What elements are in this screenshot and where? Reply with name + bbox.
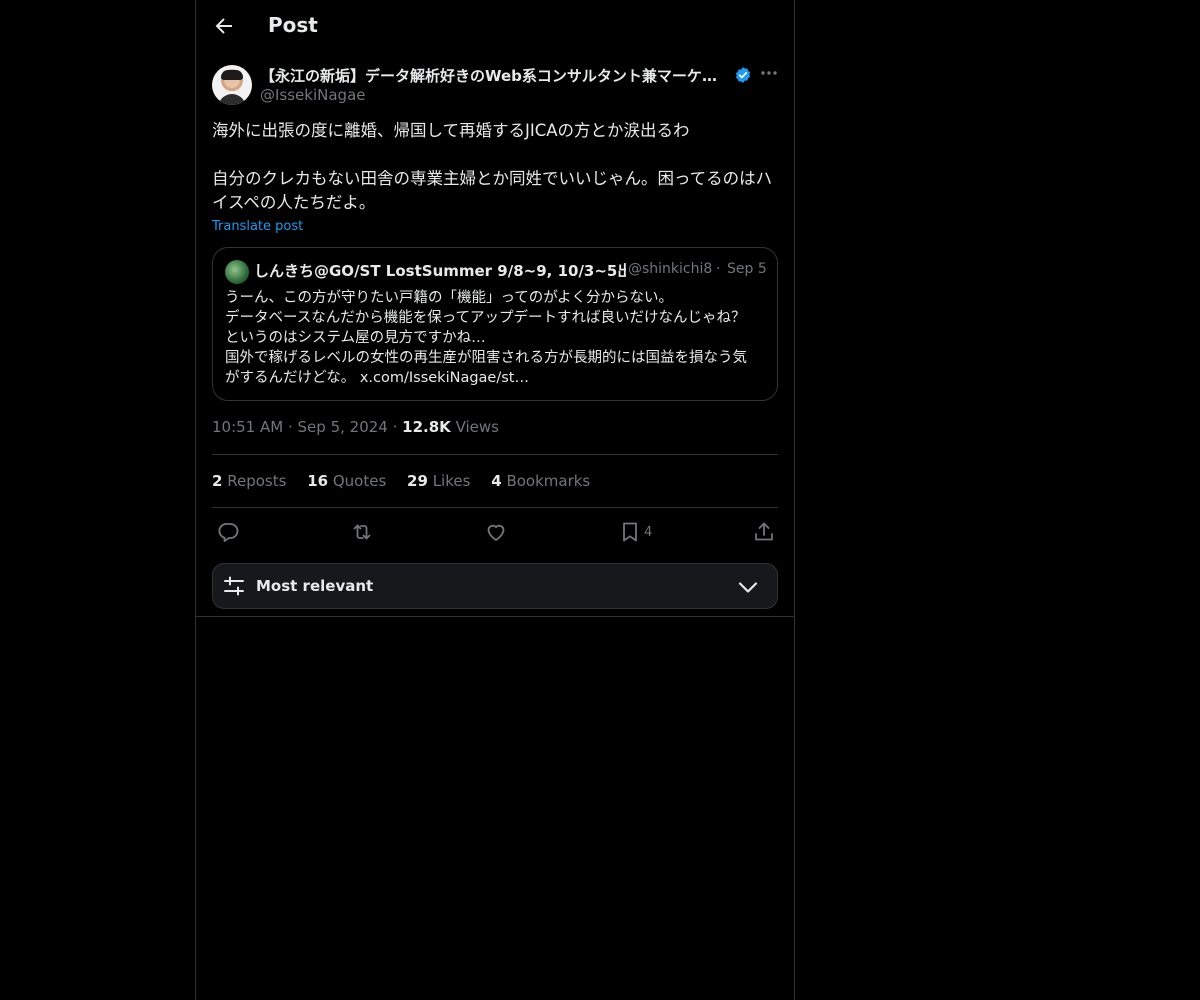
separator-dot: · <box>392 418 403 436</box>
reposts-label: Reposts <box>227 472 287 490</box>
bookmark-icon[interactable] <box>618 520 642 544</box>
quoted-author-handle: @shinkichi8 <box>628 261 712 277</box>
bookmarks-count: 4 <box>491 472 502 490</box>
like-icon[interactable] <box>484 520 508 544</box>
quotes-label: Quotes <box>332 472 387 490</box>
likes-label: Likes <box>432 472 471 490</box>
divider <box>212 507 778 508</box>
likes-count: 29 <box>407 472 428 490</box>
separator-dot: · <box>287 418 298 436</box>
post-text-paragraph: 自分のクレカもない田舎の専業主婦とか同姓でいいじゃん。困ってるのはハイスペの人た… <box>212 169 773 212</box>
post-date[interactable]: Sep 5, 2024 <box>298 418 388 436</box>
quoted-text-line: というのはシステム屋の見方ですかね… <box>225 330 486 346</box>
page-title: Post <box>268 13 318 37</box>
avatar-hair <box>221 70 243 80</box>
post-text-paragraph: 海外に出張の度に離婚、帰国して再婚するJICAの方とか涙出るわ <box>212 121 690 140</box>
quoted-post-date: Sep 5 <box>727 261 767 277</box>
divider <box>212 454 778 455</box>
share-icon[interactable] <box>752 520 776 544</box>
avatar-shirt <box>218 94 246 105</box>
quoted-text-line: がするんだけどな。 x.com/IssekiNagae/st… <box>225 368 769 388</box>
quoted-author-name: しんきち@GO/ST LostSummer 9/8~9, 10/3~5出走予定 <box>254 262 626 280</box>
chevron-down-icon <box>737 576 759 598</box>
sliders-icon <box>223 575 245 597</box>
more-icon[interactable] <box>759 63 779 83</box>
engagement-stats: 2 Reposts 16 Quotes 29 Likes 4 Bookmarks <box>212 472 606 490</box>
sort-label: Most relevant <box>256 577 374 595</box>
divider <box>196 616 794 617</box>
author-handle[interactable]: @IssekiNagae <box>260 86 366 104</box>
sort-replies-dropdown[interactable]: Most relevant <box>212 563 778 609</box>
bookmarks-stat[interactable]: 4 Bookmarks <box>491 472 590 490</box>
post-column: Post 【永江の新垢】データ解析好きのWeb系コンサルタント兼マーケッター @… <box>195 0 795 1000</box>
post-header: Post <box>196 0 794 54</box>
quoted-post[interactable]: しんきち@GO/ST LostSummer 9/8~9, 10/3~5出走予定 … <box>212 247 778 401</box>
separator-dot: · <box>716 261 721 277</box>
reposts-count: 2 <box>212 472 223 490</box>
bookmark-count: 4 <box>644 525 653 540</box>
bookmarks-label: Bookmarks <box>506 472 591 490</box>
verified-badge-icon[interactable] <box>734 66 752 84</box>
quoted-author-avatar <box>225 260 249 284</box>
quoted-post-link[interactable]: x.com/IssekiNagae/st… <box>360 370 529 386</box>
quoted-text-line: 国外で稼げるレベルの女性の再生産が阻害される方が長期的には国益を損なう気 <box>225 350 747 366</box>
quoted-text-line: うーん、この方が守りたい戸籍の「機能」ってのがよく分からない。 <box>225 290 674 306</box>
views-count: 12.8K <box>402 418 451 436</box>
translate-post-link[interactable]: Translate post <box>212 219 303 234</box>
quotes-stat[interactable]: 16 Quotes <box>307 472 386 490</box>
quotes-count: 16 <box>307 472 329 490</box>
post-meta: 10:51 AM · Sep 5, 2024 · 12.8K Views <box>212 418 499 436</box>
repost-icon[interactable] <box>350 520 374 544</box>
views-label: Views <box>455 418 499 436</box>
author-name-row: 【永江の新垢】データ解析好きのWeb系コンサルタント兼マーケッター <box>260 64 754 86</box>
author-avatar[interactable] <box>212 65 252 105</box>
quoted-text-line: データベースなんだから機能を保ってアップデートすれば良いだけなんじゃね？ <box>225 310 746 326</box>
quoted-text-last: がするんだけどな。 <box>225 370 356 386</box>
reposts-stat[interactable]: 2 Reposts <box>212 472 286 490</box>
likes-stat[interactable]: 29 Likes <box>407 472 470 490</box>
reply-icon[interactable] <box>216 520 240 544</box>
author-display-name[interactable]: 【永江の新垢】データ解析好きのWeb系コンサルタント兼マーケッター <box>260 65 730 86</box>
back-arrow-icon[interactable] <box>212 14 236 38</box>
post-text: 海外に出張の度に離婚、帰国して再婚するJICAの方とか涙出るわ 自分のクレカもな… <box>212 119 778 215</box>
quoted-post-text: うーん、この方が守りたい戸籍の「機能」ってのがよく分からない。 データベースなん… <box>225 288 769 388</box>
post-time[interactable]: 10:51 AM <box>212 418 283 436</box>
